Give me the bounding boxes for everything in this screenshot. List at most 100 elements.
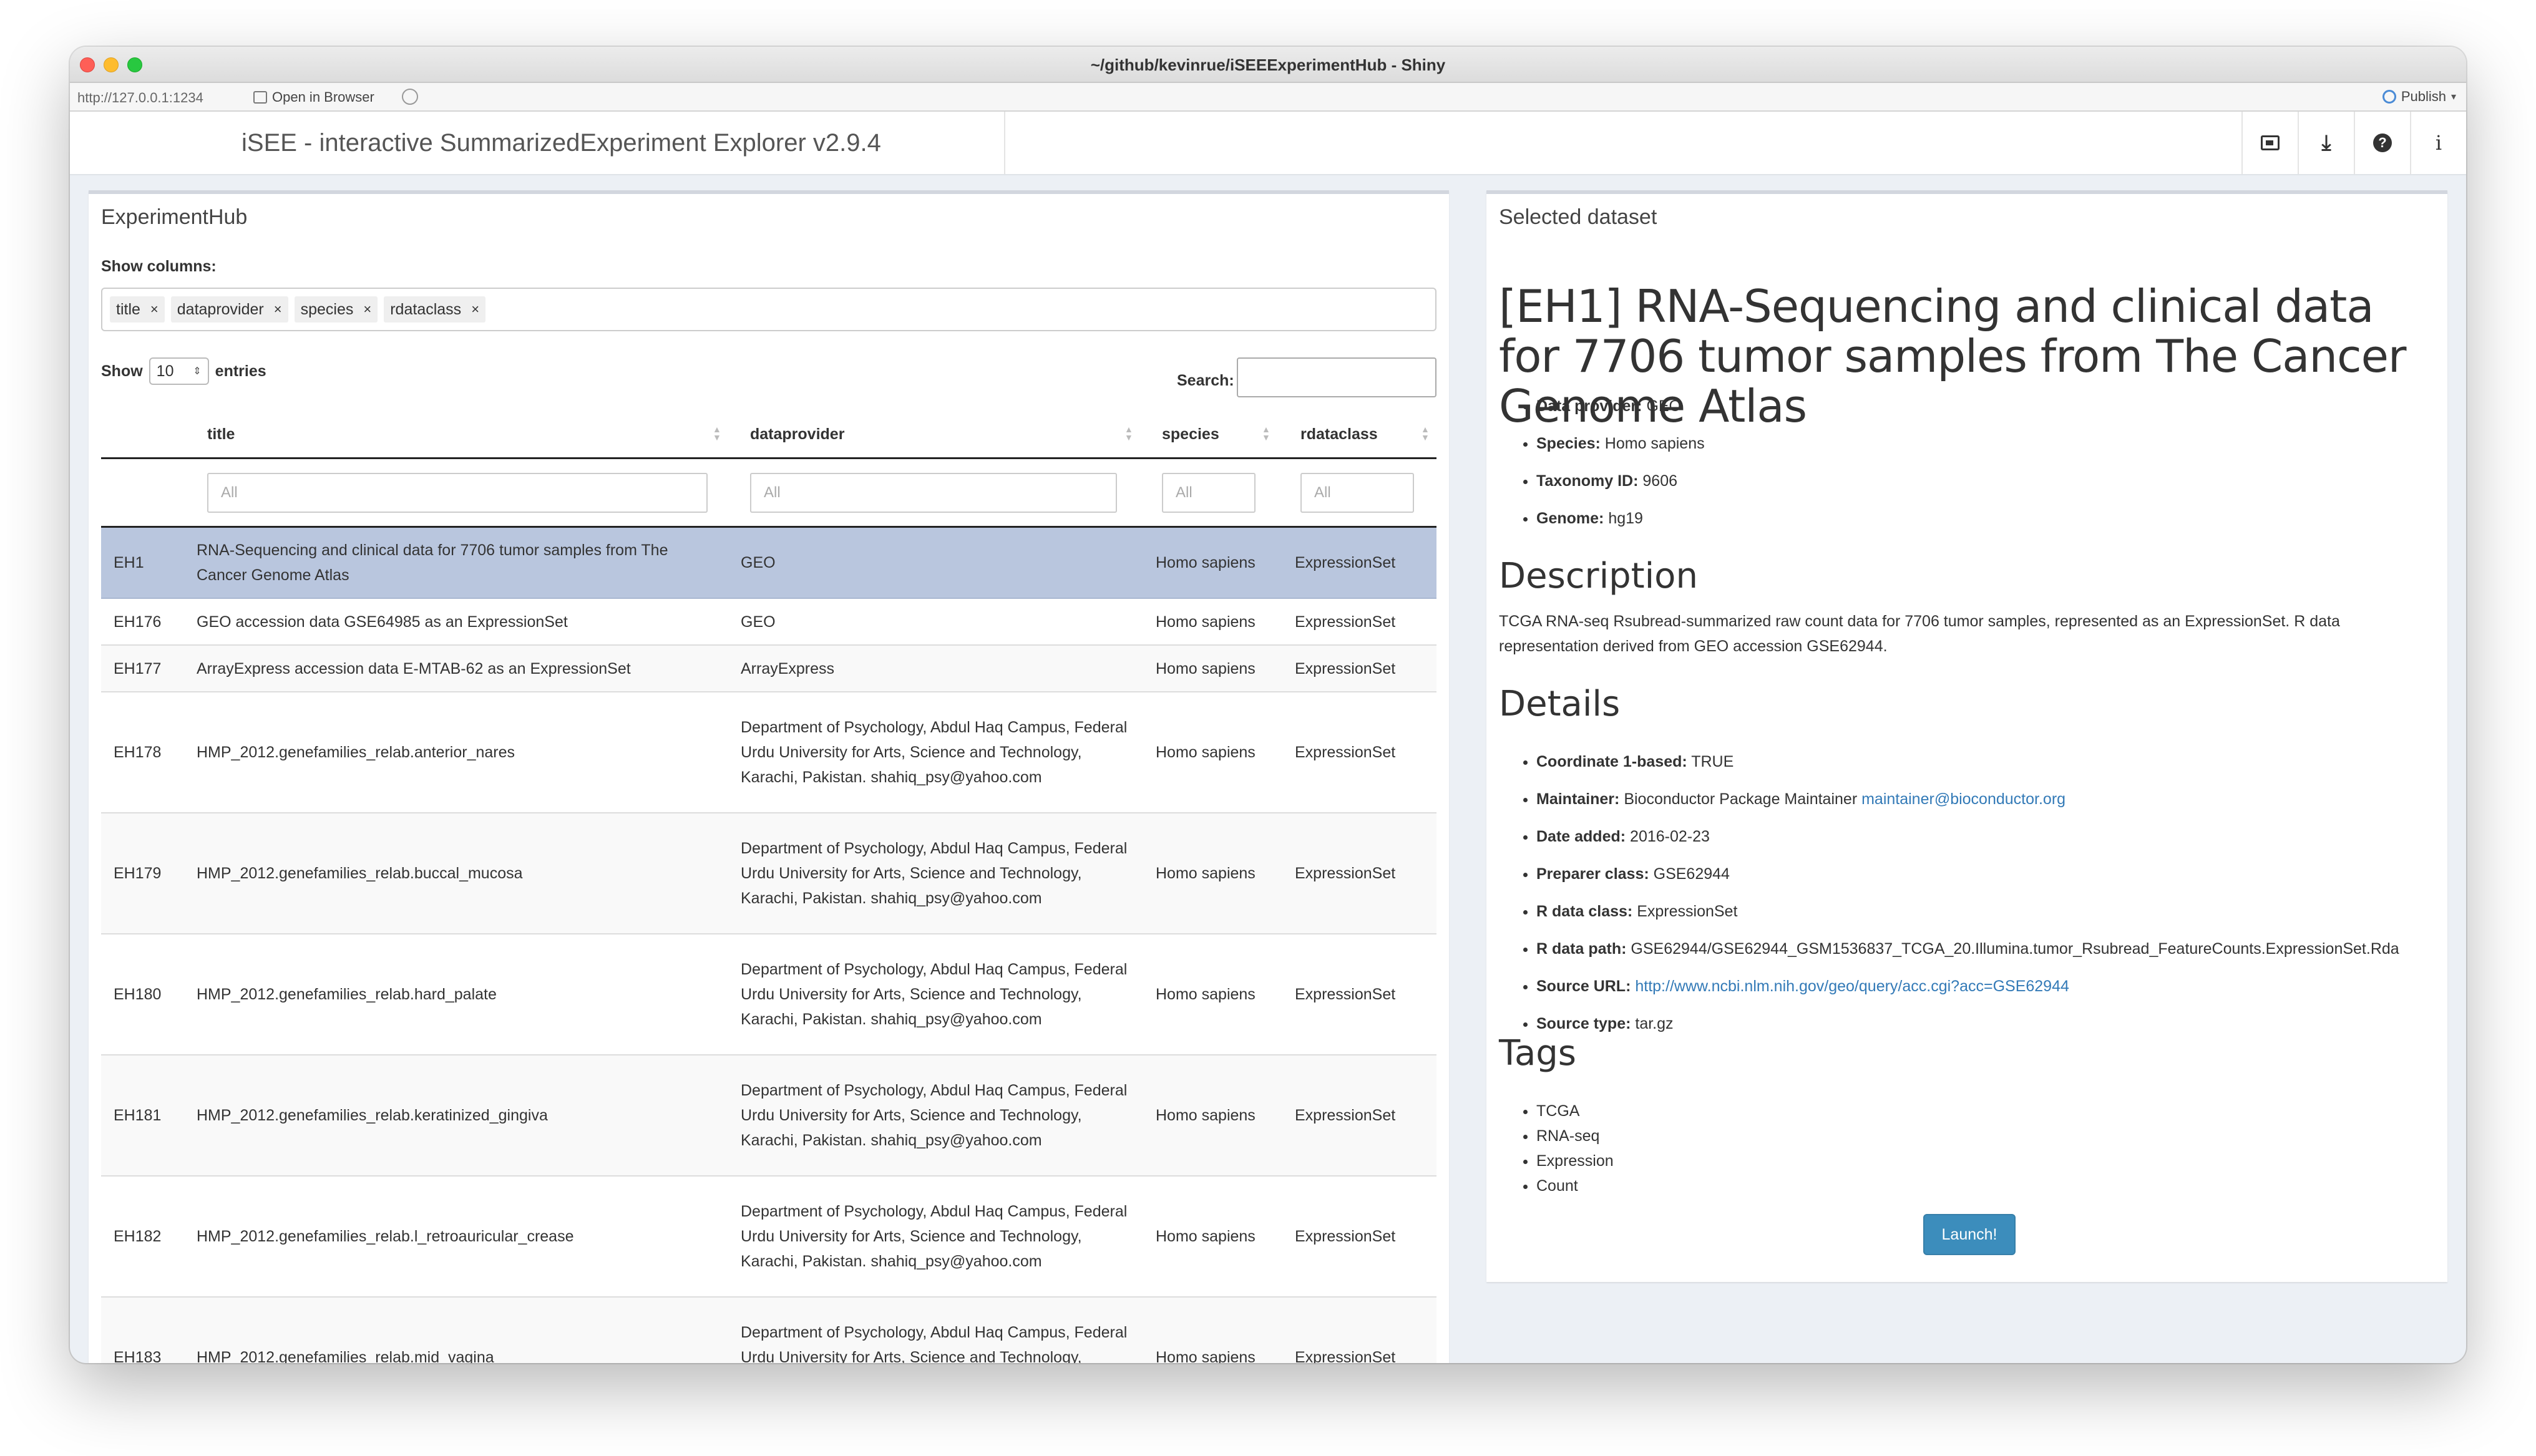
- cell-dataprovider: Department of Psychology, Abdul Haq Camp…: [741, 961, 1128, 1028]
- meta-value: GEO: [1646, 397, 1682, 415]
- remove-chip-icon[interactable]: ×: [363, 301, 371, 318]
- column-chip-species[interactable]: species ×: [294, 296, 378, 323]
- table-body: EH1 RNA-Sequencing and clinical data for…: [101, 528, 1436, 1363]
- cell-species: Homo sapiens: [1156, 554, 1256, 571]
- remove-chip-icon[interactable]: ×: [274, 301, 282, 318]
- detail-value: 2016-02-23: [1630, 828, 1710, 845]
- filter-input-species[interactable]: All: [1162, 473, 1256, 513]
- cell-id: EH177: [114, 659, 162, 677]
- meta-key: Genome:: [1536, 510, 1604, 527]
- search-input[interactable]: [1237, 357, 1436, 397]
- table-row[interactable]: EH181 HMP_2012.genefamilies_relab.kerati…: [101, 1056, 1436, 1177]
- open-in-browser-label: Open in Browser: [272, 89, 374, 105]
- selected-dataset-panel: Selected dataset [EH1] RNA-Sequencing an…: [1486, 190, 2447, 1282]
- publish-icon: [2382, 90, 2396, 104]
- source-url-link[interactable]: http://www.ncbi.nlm.nih.gov/geo/query/ac…: [1635, 978, 2069, 995]
- refresh-icon[interactable]: [402, 89, 418, 105]
- app-title: iSEE - interactive SummarizedExperiment …: [241, 129, 881, 157]
- cell-dataprovider: Department of Psychology, Abdul Haq Camp…: [741, 1324, 1128, 1363]
- cell-id: EH176: [114, 613, 162, 631]
- table-row[interactable]: EH182 HMP_2012.genefamilies_relab.l_retr…: [101, 1177, 1436, 1298]
- title-bar: ~/github/kevinrue/iSEEExperimentHub - Sh…: [70, 47, 2466, 83]
- cell-dataprovider: ArrayExpress: [741, 659, 835, 677]
- sort-icon: ▲ ▼: [1262, 424, 1270, 442]
- cell-title: HMP_2012.genefamilies_relab.mid_vagina: [197, 1349, 494, 1363]
- detail-key: Maintainer:: [1536, 790, 1620, 808]
- tag-item: Expression: [1536, 1148, 1614, 1173]
- help-button[interactable]: ?: [2354, 112, 2410, 174]
- app-header: iSEE - interactive SummarizedExperiment …: [70, 112, 2466, 175]
- table-row[interactable]: EH176 GEO accession data GSE64985 as an …: [101, 599, 1436, 646]
- meta-value: 9606: [1642, 472, 1678, 490]
- launch-button[interactable]: Launch!: [1923, 1214, 2016, 1255]
- cell-species: Homo sapiens: [1156, 1107, 1256, 1124]
- meta-value: hg19: [1608, 510, 1643, 527]
- cell-dataprovider: Department of Psychology, Abdul Haq Camp…: [741, 1082, 1128, 1149]
- cell-species: Homo sapiens: [1156, 744, 1256, 761]
- meta-value: Homo sapiens: [1604, 435, 1705, 452]
- detail-key: Source type:: [1536, 1015, 1631, 1032]
- table-row[interactable]: EH183 HMP_2012.genefamilies_relab.mid_va…: [101, 1298, 1436, 1363]
- detail-value: GSE62944: [1653, 865, 1730, 883]
- remove-chip-icon[interactable]: ×: [150, 301, 158, 318]
- detail-value: ExpressionSet: [1637, 903, 1738, 920]
- download-icon: ⤓: [2321, 130, 2331, 155]
- filter-input-title[interactable]: All: [207, 473, 708, 513]
- column-chip-title[interactable]: title ×: [110, 296, 165, 323]
- meta-item: Data provider: GEO: [1536, 387, 1705, 425]
- table-row[interactable]: EH1 RNA-Sequencing and clinical data for…: [101, 528, 1436, 599]
- table-row[interactable]: EH180 HMP_2012.genefamilies_relab.hard_p…: [101, 934, 1436, 1056]
- cell-id: EH181: [114, 1107, 162, 1124]
- meta-key: Data provider:: [1536, 397, 1642, 415]
- column-header-title[interactable]: title: [207, 409, 235, 459]
- column-header-label: title: [207, 425, 235, 443]
- info-button[interactable]: i: [2410, 112, 2466, 174]
- updown-icon: ⇕: [193, 366, 202, 377]
- column-chip-rdataclass[interactable]: rdataclass ×: [384, 296, 486, 323]
- detail-value: tar.gz: [1635, 1015, 1674, 1032]
- cell-id: EH178: [114, 744, 162, 761]
- help-icon: ?: [2373, 133, 2392, 152]
- window-title: ~/github/kevinrue/iSEEExperimentHub - Sh…: [1090, 56, 1446, 74]
- detail-value: TRUE: [1691, 753, 1734, 770]
- sort-icon: ▲ ▼: [1421, 424, 1430, 442]
- detail-item: Source type: tar.gz: [1536, 1005, 2399, 1042]
- export-image-button[interactable]: [2241, 112, 2298, 174]
- cell-species: Homo sapiens: [1156, 1228, 1256, 1245]
- maintainer-email-link[interactable]: maintainer@bioconductor.org: [1861, 790, 2065, 808]
- publish-button[interactable]: Publish ▾: [2382, 89, 2456, 105]
- remove-chip-icon[interactable]: ×: [471, 301, 479, 318]
- detail-key: Preparer class:: [1536, 865, 1649, 883]
- sort-icon: ▲ ▼: [1124, 424, 1133, 442]
- filter-input-dataprovider[interactable]: All: [750, 473, 1117, 513]
- column-chip-dataprovider[interactable]: dataprovider ×: [170, 296, 288, 323]
- detail-value: GSE62944/GSE62944_GSM1536837_TCGA_20.Ill…: [1631, 940, 2399, 958]
- cell-rdataclass: ExpressionSet: [1295, 1349, 1396, 1363]
- column-header-rdataclass[interactable]: rdataclass: [1300, 409, 1378, 459]
- table-row[interactable]: EH177 ArrayExpress accession data E-MTAB…: [101, 646, 1436, 692]
- detail-key: Source URL:: [1536, 978, 1631, 995]
- description-heading: Description: [1499, 556, 1698, 596]
- cell-rdataclass: ExpressionSet: [1295, 613, 1396, 631]
- show-columns-select[interactable]: title × dataprovider × species × rdatacl…: [101, 288, 1436, 331]
- tag-item: RNA-seq: [1536, 1124, 1614, 1148]
- column-header-dataprovider[interactable]: dataprovider: [750, 409, 844, 459]
- entries-length-control: Show 10 ⇕ entries: [101, 357, 266, 385]
- cell-rdataclass: ExpressionSet: [1295, 986, 1396, 1003]
- search-label: Search:: [1177, 372, 1234, 389]
- download-button[interactable]: ⤓: [2298, 112, 2354, 174]
- table-header: title ▲ ▼ dataprovider ▲ ▼ species ▲ ▼ rdat…: [101, 409, 1436, 459]
- cell-species: Homo sapiens: [1156, 865, 1256, 882]
- filter-input-rdataclass[interactable]: All: [1300, 473, 1414, 513]
- column-header-species[interactable]: species: [1162, 409, 1219, 459]
- cell-title: RNA-Sequencing and clinical data for 770…: [197, 541, 668, 584]
- entries-value: 10: [156, 362, 174, 380]
- info-icon: i: [2435, 131, 2442, 155]
- open-in-browser-button[interactable]: Open in Browser: [248, 88, 379, 107]
- table-row[interactable]: EH179 HMP_2012.genefamilies_relab.buccal…: [101, 813, 1436, 934]
- cell-title: HMP_2012.genefamilies_relab.l_retroauric…: [197, 1228, 574, 1245]
- show-label: Show: [101, 362, 143, 380]
- cell-rdataclass: ExpressionSet: [1295, 865, 1396, 882]
- table-row[interactable]: EH178 HMP_2012.genefamilies_relab.anteri…: [101, 692, 1436, 813]
- entries-select[interactable]: 10 ⇕: [149, 357, 209, 385]
